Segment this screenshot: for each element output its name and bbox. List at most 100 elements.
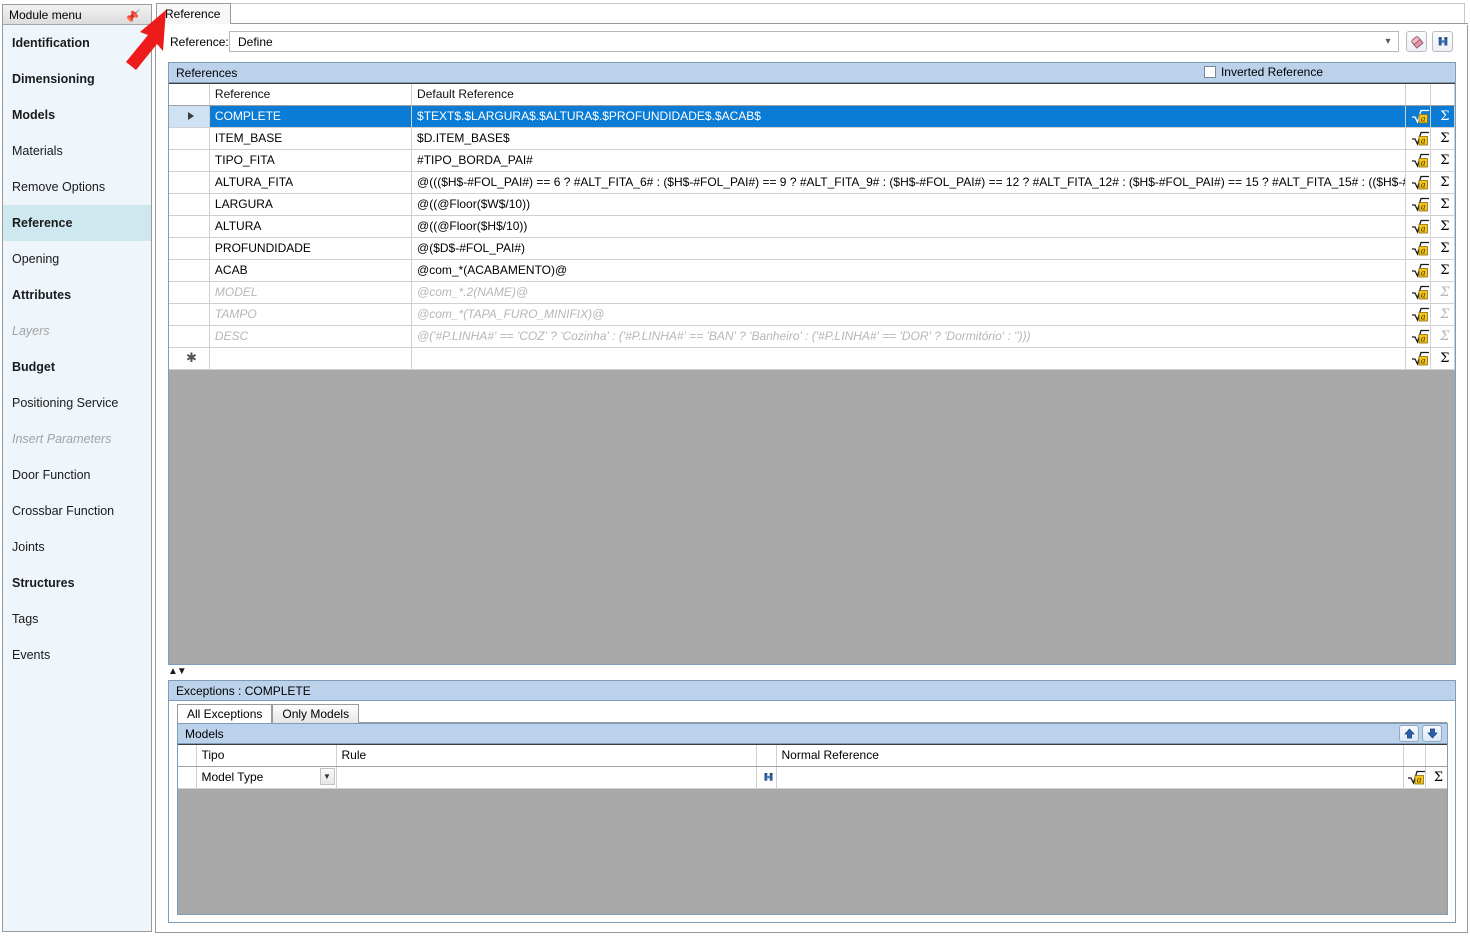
sum-button[interactable]: Σ xyxy=(1436,326,1454,347)
models-grid[interactable]: Tipo Rule Normal Reference Model Type ▼ a Σ xyxy=(178,744,1447,914)
table-row[interactable]: MODEL @com_*.2(NAME)@ a Σ xyxy=(169,281,1455,304)
inverted-reference-checkbox[interactable]: Inverted Reference xyxy=(1203,65,1323,79)
table-row[interactable]: ITEM_BASE $D.ITEM_BASE$ a Σ xyxy=(169,127,1455,150)
cell-formula-button[interactable]: a xyxy=(1405,259,1431,282)
row-indicator-cell[interactable] xyxy=(169,303,210,326)
cell-formula-button[interactable]: a xyxy=(1405,171,1431,194)
cell-formula-button[interactable]: a xyxy=(1403,766,1426,789)
sum-button[interactable]: Σ xyxy=(1431,767,1447,788)
row-indicator-cell[interactable] xyxy=(169,149,210,172)
sum-button[interactable]: Σ xyxy=(1436,128,1454,149)
formula-button[interactable]: a xyxy=(1411,282,1430,303)
cell-formula-button[interactable]: a xyxy=(1405,281,1431,304)
sidebar-item-joints[interactable]: Joints xyxy=(3,529,151,565)
cell-default-reference[interactable]: @com_*(TAPA_FURO_MINIFIX)@ xyxy=(411,303,1407,326)
cell-default-reference[interactable]: $TEXT$.$LARGURA$.$ALTURA$.$PROFUNDIDADE$… xyxy=(411,105,1407,128)
sidebar-item-attributes[interactable]: Attributes xyxy=(3,277,151,313)
sidebar-item-reference[interactable]: Reference xyxy=(3,205,151,241)
cell-reference[interactable]: ALTURA xyxy=(209,215,413,238)
cell-default-reference[interactable]: @com_*.2(NAME)@ xyxy=(411,281,1407,304)
formula-button[interactable]: a xyxy=(1411,150,1430,171)
row-indicator-cell[interactable] xyxy=(169,215,210,238)
references-grid[interactable]: Reference Default Reference COMPLETE $TEX… xyxy=(169,83,1455,664)
row-indicator-cell[interactable]: ✱ xyxy=(169,347,210,370)
row-indicator-cell[interactable] xyxy=(169,193,210,216)
cell-formula-button[interactable]: a xyxy=(1405,325,1431,348)
cell-reference[interactable]: ITEM_BASE xyxy=(209,127,413,150)
cell-sum-button[interactable]: Σ xyxy=(1430,347,1455,370)
cell-sum-button[interactable]: Σ xyxy=(1430,193,1455,216)
table-row[interactable]: ✱ a Σ xyxy=(169,347,1455,370)
sum-button[interactable]: Σ xyxy=(1436,238,1454,259)
cell-reference[interactable]: DESC xyxy=(209,325,413,348)
sum-button[interactable]: Σ xyxy=(1436,304,1454,325)
sidebar-item-crossbar-function[interactable]: Crossbar Function xyxy=(3,493,151,529)
cell-reference[interactable]: PROFUNDIDADE xyxy=(209,237,413,260)
row-indicator-cell[interactable] xyxy=(169,281,210,304)
tab-all-exceptions[interactable]: All Exceptions xyxy=(177,704,273,723)
cell-formula-button[interactable]: a xyxy=(1405,237,1431,260)
table-row[interactable]: ALTURA @((@Floor($H$/10)) a Σ xyxy=(169,215,1455,238)
triangle-up-icon[interactable]: ▲ xyxy=(168,666,178,677)
formula-button[interactable]: a xyxy=(1411,238,1430,259)
triangle-down-icon[interactable]: ▼ xyxy=(177,666,187,677)
cell-reference[interactable]: COMPLETE xyxy=(209,105,413,128)
cell-default-reference[interactable]: @($D$-#FOL_PAI#) xyxy=(411,237,1407,260)
eraser-button[interactable] xyxy=(1406,31,1427,52)
formula-button[interactable]: a xyxy=(1411,348,1430,369)
formula-button[interactable]: a xyxy=(1408,767,1424,788)
cell-normal-reference[interactable] xyxy=(776,766,1404,789)
cell-tipo-dropdown[interactable]: Model Type ▼ xyxy=(196,766,337,789)
cell-default-reference[interactable]: @((($H$-#FOL_PAI#) == 6 ? #ALT_FITA_6# :… xyxy=(411,171,1407,194)
tab-reference[interactable]: Reference xyxy=(156,3,232,24)
cell-reference[interactable]: MODEL xyxy=(209,281,413,304)
cell-formula-button[interactable]: a xyxy=(1405,193,1431,216)
cell-default-reference[interactable]: @((@Floor($W$/10)) xyxy=(411,193,1407,216)
sidebar-item-identification[interactable]: Identification xyxy=(3,25,151,61)
inverted-reference-checkbox-box[interactable] xyxy=(1203,66,1216,78)
row-indicator-cell[interactable] xyxy=(169,127,210,150)
cell-default-reference[interactable]: $D.ITEM_BASE$ xyxy=(411,127,1407,150)
sum-button[interactable]: Σ xyxy=(1436,106,1454,127)
sidebar-item-budget[interactable]: Budget xyxy=(3,349,151,385)
cell-sum-button[interactable]: Σ xyxy=(1430,325,1455,348)
reference-combobox[interactable]: Define ▾ xyxy=(229,31,1399,52)
cell-sum-button[interactable]: Σ xyxy=(1430,149,1455,172)
cell-formula-button[interactable]: a xyxy=(1405,347,1431,370)
cell-formula-button[interactable]: a xyxy=(1405,105,1431,128)
row-indicator-cell[interactable] xyxy=(169,325,210,348)
table-row[interactable]: TAMPO @com_*(TAPA_FURO_MINIFIX)@ a Σ xyxy=(169,303,1455,326)
find-button[interactable] xyxy=(1432,31,1453,52)
sidebar-item-door-function[interactable]: Door Function xyxy=(3,457,151,493)
sidebar-item-tags[interactable]: Tags xyxy=(3,601,151,637)
cell-default-reference[interactable]: @((@Floor($H$/10)) xyxy=(411,215,1407,238)
cell-sum-button[interactable]: Σ xyxy=(1430,105,1455,128)
sidebar-item-remove-options[interactable]: Remove Options xyxy=(3,169,151,205)
cell-sum-button[interactable]: Σ xyxy=(1425,766,1447,789)
cell-formula-button[interactable]: a xyxy=(1405,215,1431,238)
row-indicator-cell[interactable] xyxy=(169,237,210,260)
sum-button[interactable]: Σ xyxy=(1436,194,1454,215)
cell-reference[interactable] xyxy=(209,347,413,370)
sum-button[interactable]: Σ xyxy=(1436,150,1454,171)
chevron-down-icon[interactable]: ▼ xyxy=(319,767,335,785)
table-row[interactable]: TIPO_FITA #TIPO_BORDA_PAI# a Σ xyxy=(169,149,1455,172)
sum-button[interactable]: Σ xyxy=(1436,260,1454,281)
cell-sum-button[interactable]: Σ xyxy=(1430,303,1455,326)
cell-sum-button[interactable]: Σ xyxy=(1430,171,1455,194)
cell-reference[interactable]: ALTURA_FITA xyxy=(209,171,413,194)
cell-default-reference[interactable]: @('#P.LINHA#' == 'COZ' ? 'Cozinha' : ('#… xyxy=(411,325,1407,348)
row-indicator-cell[interactable] xyxy=(169,259,210,282)
sum-button[interactable]: Σ xyxy=(1436,282,1454,303)
cell-formula-button[interactable]: a xyxy=(1405,127,1431,150)
tab-only-models[interactable]: Only Models xyxy=(272,704,360,723)
formula-button[interactable]: a xyxy=(1411,216,1430,237)
row-indicator-cell[interactable] xyxy=(169,105,210,128)
sidebar-item-materials[interactable]: Materials xyxy=(3,133,151,169)
cell-sum-button[interactable]: Σ xyxy=(1430,281,1455,304)
formula-button[interactable]: a xyxy=(1411,106,1430,127)
cell-formula-button[interactable]: a xyxy=(1405,303,1431,326)
chevron-down-icon[interactable]: ▾ xyxy=(1378,36,1398,47)
cell-reference[interactable]: TIPO_FITA xyxy=(209,149,413,172)
cell-reference[interactable]: TAMPO xyxy=(209,303,413,326)
